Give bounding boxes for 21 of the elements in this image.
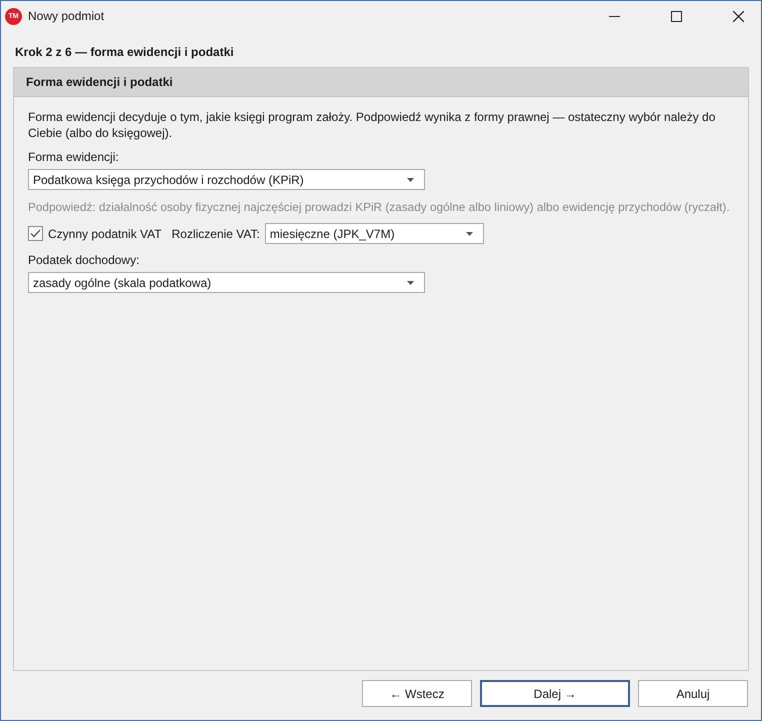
dialog-button[interactable]: Anuluj — [638, 680, 748, 707]
dialog-button[interactable]: Dalej → — [480, 680, 630, 707]
hint-text: Podpowiedź: działalność osoby fizycznej najczęściej prowadzi KPiR (zasady ogólne albo liniowy) albo ewidencję przychodów (ryczałt). — [28, 199, 731, 215]
dropdown[interactable]: zasady ogólne (skala podatkowa) — [28, 272, 425, 293]
window-title: Nowy podmiot — [28, 9, 104, 23]
dropdown[interactable]: miesięczne (JPK_V7M) — [264, 223, 484, 244]
field-label: Podatek dochodowy: — [28, 253, 140, 267]
checkbox-label[interactable]: Czynny podatnik VAT — [48, 226, 162, 240]
caret-icon — [407, 178, 414, 182]
caret-icon — [466, 232, 473, 236]
maximize-icon[interactable] — [671, 10, 682, 22]
field-label: Forma ewidencji: — [28, 150, 120, 164]
panel-header: Forma ewidencji i podatki — [14, 68, 748, 97]
dropdown[interactable]: Podatkowa księga przychodów i rozchodów (KPiR) — [28, 169, 425, 190]
description-text: Forma ewidencji decyduje o tym, jakie księgi program założy. Podpowiedź wynika z formy prawnej — ostateczny wybór należy do Ciebie (albo do księgowej). — [28, 109, 716, 141]
checkbox[interactable] — [28, 226, 43, 241]
field-label: Rozliczenie VAT: — [172, 226, 260, 240]
close-icon[interactable] — [733, 10, 744, 22]
caret-icon — [407, 280, 414, 284]
dialog-button[interactable]: ← Wstecz — [362, 680, 472, 707]
step-title: Krok 2 z 6 — forma ewidencji i podatki — [14, 44, 235, 61]
